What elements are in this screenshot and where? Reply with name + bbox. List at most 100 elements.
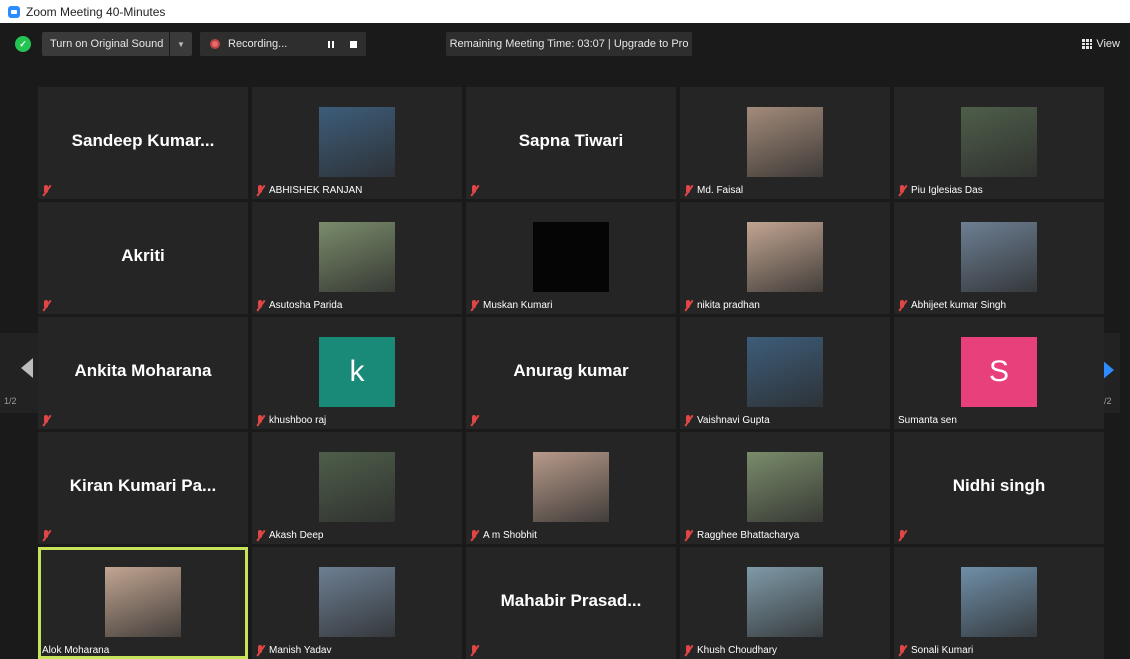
participant-tile[interactable]: Sapna Tiwari	[466, 87, 676, 199]
participant-tile[interactable]: Manish Yadav	[252, 547, 462, 659]
participant-tile[interactable]: Nidhi singh	[894, 432, 1104, 544]
participant-tile[interactable]: Sonali Kumari	[894, 547, 1104, 659]
view-button[interactable]: View	[1082, 32, 1120, 56]
participant-name: A m Shobhit	[483, 529, 537, 541]
participant-name: Sonali Kumari	[911, 644, 974, 656]
window-titlebar: Zoom Meeting 40-Minutes	[0, 0, 1130, 23]
zoom-app-icon	[8, 5, 20, 18]
participant-tile[interactable]: ABHISHEK RANJAN	[252, 87, 462, 199]
participant-tile[interactable]: A m Shobhit	[466, 432, 676, 544]
mic-muted-icon	[42, 414, 51, 426]
mic-muted-icon	[256, 529, 265, 541]
mic-muted-icon	[898, 644, 907, 656]
participant-display-name: Anurag kumar	[513, 361, 629, 380]
arrow-left-icon	[21, 358, 33, 378]
participant-name: Ragghee Bhattacharya	[697, 529, 800, 541]
meeting-toolbar: ✓ Turn on Original Sound ▼ Recording... …	[0, 23, 1130, 65]
participant-display-name: Sandeep Kumar...	[71, 131, 215, 150]
pause-recording-button[interactable]	[324, 32, 338, 56]
participant-tile[interactable]: Muskan Kumari	[466, 202, 676, 314]
participant-tile[interactable]: Ragghee Bhattacharya	[680, 432, 890, 544]
participant-tile[interactable]: Sandeep Kumar...	[38, 87, 248, 199]
participant-display-name: Mahabir Prasad...	[500, 591, 642, 610]
participant-caption: nikita pradhan	[684, 298, 760, 312]
participant-tile[interactable]: Kiran Kumari Pa...	[38, 432, 248, 544]
participant-caption	[42, 413, 55, 427]
participant-caption: Md. Faisal	[684, 183, 743, 197]
participant-name: Muskan Kumari	[483, 299, 553, 311]
mic-muted-icon	[470, 184, 479, 196]
participant-avatar	[319, 567, 395, 637]
participant-name: Khush Choudhary	[697, 644, 778, 656]
participant-tile[interactable]: Ankita Moharana	[38, 317, 248, 429]
participant-name: Sumanta sen	[898, 414, 957, 426]
previous-page-button[interactable]: 1/2	[0, 333, 38, 413]
mic-muted-icon	[470, 414, 479, 426]
participant-name: ABHISHEK RANJAN	[269, 184, 363, 196]
stop-recording-button[interactable]	[346, 32, 360, 56]
participant-tile[interactable]: Mahabir Prasad...	[466, 547, 676, 659]
participant-caption	[470, 413, 483, 427]
participant-avatar	[961, 107, 1037, 177]
participant-tile[interactable]: Abhijeet kumar Singh	[894, 202, 1104, 314]
participant-display-name: Ankita Moharana	[74, 361, 212, 380]
participant-caption: Muskan Kumari	[470, 298, 552, 312]
participant-avatar	[319, 222, 395, 292]
participant-name: Vaishnavi Gupta	[697, 414, 770, 426]
mic-muted-icon	[256, 644, 265, 656]
participant-caption: Asutosha Parida	[256, 298, 342, 312]
participant-avatar	[961, 222, 1037, 292]
participant-tile[interactable]: nikita pradhan	[680, 202, 890, 314]
participant-caption	[42, 183, 55, 197]
participant-caption: Abhijeet kumar Singh	[898, 298, 1006, 312]
mic-muted-icon	[684, 529, 693, 541]
participant-avatar	[747, 337, 823, 407]
window-title: Zoom Meeting 40-Minutes	[26, 4, 166, 19]
original-sound-button[interactable]: Turn on Original Sound ▼	[42, 32, 192, 56]
participant-tile[interactable]: Khush Choudhary	[680, 547, 890, 659]
mic-muted-icon	[684, 299, 693, 311]
participant-display-name: Sapna Tiwari	[518, 131, 624, 150]
chevron-down-icon[interactable]: ▼	[169, 32, 192, 56]
mic-muted-icon	[42, 184, 51, 196]
recording-indicator: Recording...	[200, 32, 366, 56]
original-sound-label: Turn on Original Sound	[50, 38, 164, 50]
participant-caption	[898, 528, 911, 542]
participant-name: Manish Yadav	[269, 644, 332, 656]
remaining-time-banner[interactable]: Remaining Meeting Time: 03:07 | Upgrade …	[446, 32, 692, 56]
participant-avatar	[747, 452, 823, 522]
recording-label: Recording...	[228, 38, 288, 50]
participant-avatar	[747, 222, 823, 292]
mic-muted-icon	[684, 644, 693, 656]
mic-muted-icon	[898, 529, 907, 541]
participant-tile[interactable]: k khushboo raj	[252, 317, 462, 429]
participant-caption: Sumanta sen	[898, 413, 957, 427]
participant-tile[interactable]: Piu Iglesias Das	[894, 87, 1104, 199]
participant-name: Asutosha Parida	[269, 299, 343, 311]
participant-tile[interactable]: Anurag kumar	[466, 317, 676, 429]
participant-tile[interactable]: Akriti	[38, 202, 248, 314]
participant-caption	[42, 298, 55, 312]
page-indicator-left: 1/2	[4, 396, 17, 406]
participant-tile[interactable]: Md. Faisal	[680, 87, 890, 199]
mic-muted-icon	[256, 299, 265, 311]
participant-gallery: Sandeep Kumar... ABHISHEK RANJAN Sapna Tiw…	[38, 87, 1104, 659]
participant-name: Akash Deep	[269, 529, 324, 541]
security-shield-icon[interactable]: ✓	[15, 36, 31, 52]
record-icon	[210, 39, 220, 49]
participant-tile[interactable]: Alok Moharana	[38, 547, 248, 659]
participant-tile[interactable]: Vaishnavi Gupta	[680, 317, 890, 429]
participant-name: khushboo raj	[269, 414, 327, 426]
participant-caption: khushboo raj	[256, 413, 326, 427]
grid-view-icon	[1082, 39, 1093, 49]
mic-muted-icon	[470, 299, 479, 311]
participant-tile[interactable]: Akash Deep	[252, 432, 462, 544]
mic-muted-icon	[684, 184, 693, 196]
mic-muted-icon	[898, 184, 907, 196]
participant-name: Piu Iglesias Das	[911, 184, 983, 196]
participant-tile[interactable]: Asutosha Parida	[252, 202, 462, 314]
participant-tile[interactable]: S Sumanta sen	[894, 317, 1104, 429]
participant-name: Abhijeet kumar Singh	[911, 299, 1007, 311]
participant-caption	[470, 183, 483, 197]
participant-avatar	[747, 567, 823, 637]
